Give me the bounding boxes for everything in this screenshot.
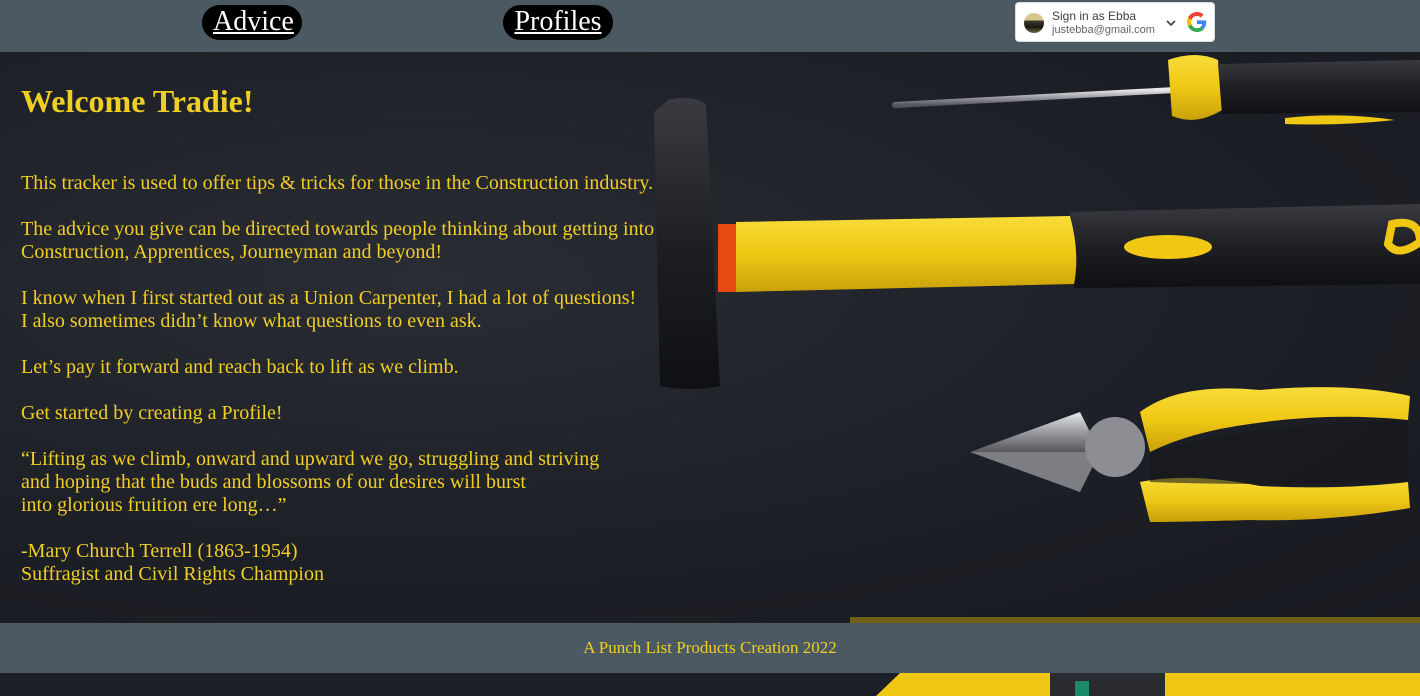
intro-line: This tracker is used to offer tips & tri… <box>21 172 654 194</box>
welcome-content: Welcome Tradie! This tracker is used to … <box>21 82 681 586</box>
quote-line: “Lifting as we climb, onward and upward … <box>21 448 600 470</box>
intro-paragraph: This tracker is used to offer tips & tri… <box>21 172 681 195</box>
avatar <box>1024 13 1044 33</box>
google-logo-icon <box>1187 12 1207 32</box>
hero-section: Welcome Tradie! This tracker is used to … <box>0 52 1420 623</box>
get-started-paragraph: Get started by creating a Profile! <box>21 402 681 425</box>
story-line: I also sometimes didn’t know what questi… <box>21 310 482 332</box>
google-signin-email: justebba@gmail.com <box>1052 24 1155 36</box>
chevron-down-icon <box>1166 20 1176 27</box>
advice-line: The advice you give can be directed towa… <box>21 218 655 240</box>
footer-credit: A Punch List Products Creation 2022 <box>583 638 837 657</box>
advice-line: Construction, Apprentices, Journeyman an… <box>21 241 443 263</box>
page-title: Welcome Tradie! <box>21 83 254 119</box>
google-signin-button[interactable]: Sign in as Ebba justebba@gmail.com <box>1015 2 1215 42</box>
pay-it-forward-line: Let’s pay it forward and reach back to l… <box>21 356 459 378</box>
background-image-continuation <box>0 673 1420 696</box>
attribution-title: Suffragist and Civil Rights Champion <box>21 563 324 585</box>
quote-line: into glorious fruition ere long…” <box>21 494 287 516</box>
footer: A Punch List Products Creation 2022 <box>0 623 1420 673</box>
story-line: I know when I first started out as a Uni… <box>21 287 637 309</box>
tools-background-strip <box>876 673 1420 696</box>
advice-paragraph: The advice you give can be directed towa… <box>21 218 681 264</box>
pay-it-forward-paragraph: Let’s pay it forward and reach back to l… <box>21 356 681 379</box>
story-paragraph: I know when I first started out as a Uni… <box>21 287 681 333</box>
nav-profiles-link[interactable]: Profiles <box>503 5 613 40</box>
attribution-paragraph: -Mary Church Terrell (1863-1954) Suffrag… <box>21 540 681 586</box>
get-started-line: Get started by creating a Profile! <box>21 402 283 424</box>
intro-text: This tracker is used to offer tips & tri… <box>21 172 681 586</box>
top-navbar: Advice Profiles Sign in as Ebba justebba… <box>0 0 1420 52</box>
attribution-name: -Mary Church Terrell (1863-1954) <box>21 540 298 562</box>
quote-line: and hoping that the buds and blossoms of… <box>21 471 526 493</box>
google-signin-title: Sign in as Ebba <box>1052 9 1137 23</box>
quote-paragraph: “Lifting as we climb, onward and upward … <box>21 448 681 517</box>
nav-advice-link[interactable]: Advice <box>202 5 302 40</box>
